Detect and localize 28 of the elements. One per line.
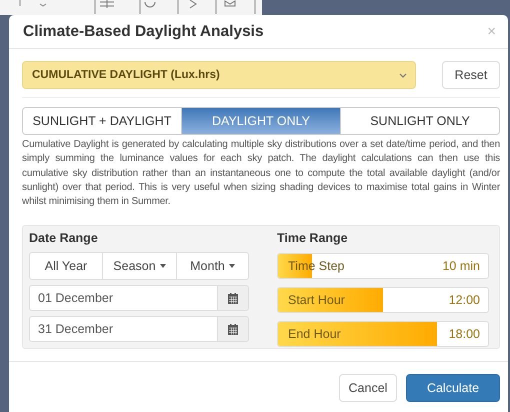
preset-button[interactable]: All Year (29, 252, 103, 280)
metric-select[interactable]: CUMULATIVE DAYLIGHT (Lux.hrs) (22, 61, 416, 89)
reset-button[interactable]: Reset (442, 61, 500, 89)
description-text: Cumulative Daylight is generated by calculating multiple sky distributions over a set date/time period, and then simply summing the luminance values for each sky patch. The daylight calculations can then use this cumulative sky distribution rather than an instantaneous one to compute the total available daylight (and/or sunlight) over that period. This is very useful when sizing shading devices to maximise total gains in Winter whilst minimising them in Summer. (22, 138, 500, 210)
time-slider[interactable]: Start Hour 12:00 (277, 287, 489, 314)
caret-icon (228, 264, 235, 268)
time-slider[interactable]: End Hour 18:00 (277, 321, 489, 348)
slider-label: End Hour (288, 327, 341, 342)
calendar-button[interactable] (217, 285, 249, 312)
calendar-icon (228, 292, 238, 304)
dialog-title: Climate-Based Daylight Analysis (23, 22, 264, 40)
date-field[interactable]: 01 December (29, 285, 217, 312)
section-heading: Time Range (277, 230, 349, 246)
slider-reading: 10 min (442, 259, 480, 274)
chevron-icon (399, 72, 407, 78)
section-heading: Date Range (29, 230, 99, 246)
preset-button[interactable]: Season (102, 252, 177, 280)
mode-tab[interactable]: SUNLIGHT + DAYLIGHT (23, 108, 182, 134)
date-field[interactable]: 31 December (29, 316, 217, 342)
calendar-icon (228, 324, 238, 335)
caret-icon (160, 264, 166, 268)
preset-button[interactable]: Month (176, 252, 249, 280)
slider-reading: 18:00 (448, 327, 480, 342)
cancel-button[interactable]: Cancel (339, 374, 397, 402)
calculate-button[interactable]: Calculate (406, 374, 500, 402)
calendar-button[interactable] (217, 316, 249, 342)
slider-label: Start Hour (288, 293, 345, 308)
slider-reading: 12:00 (448, 293, 480, 308)
